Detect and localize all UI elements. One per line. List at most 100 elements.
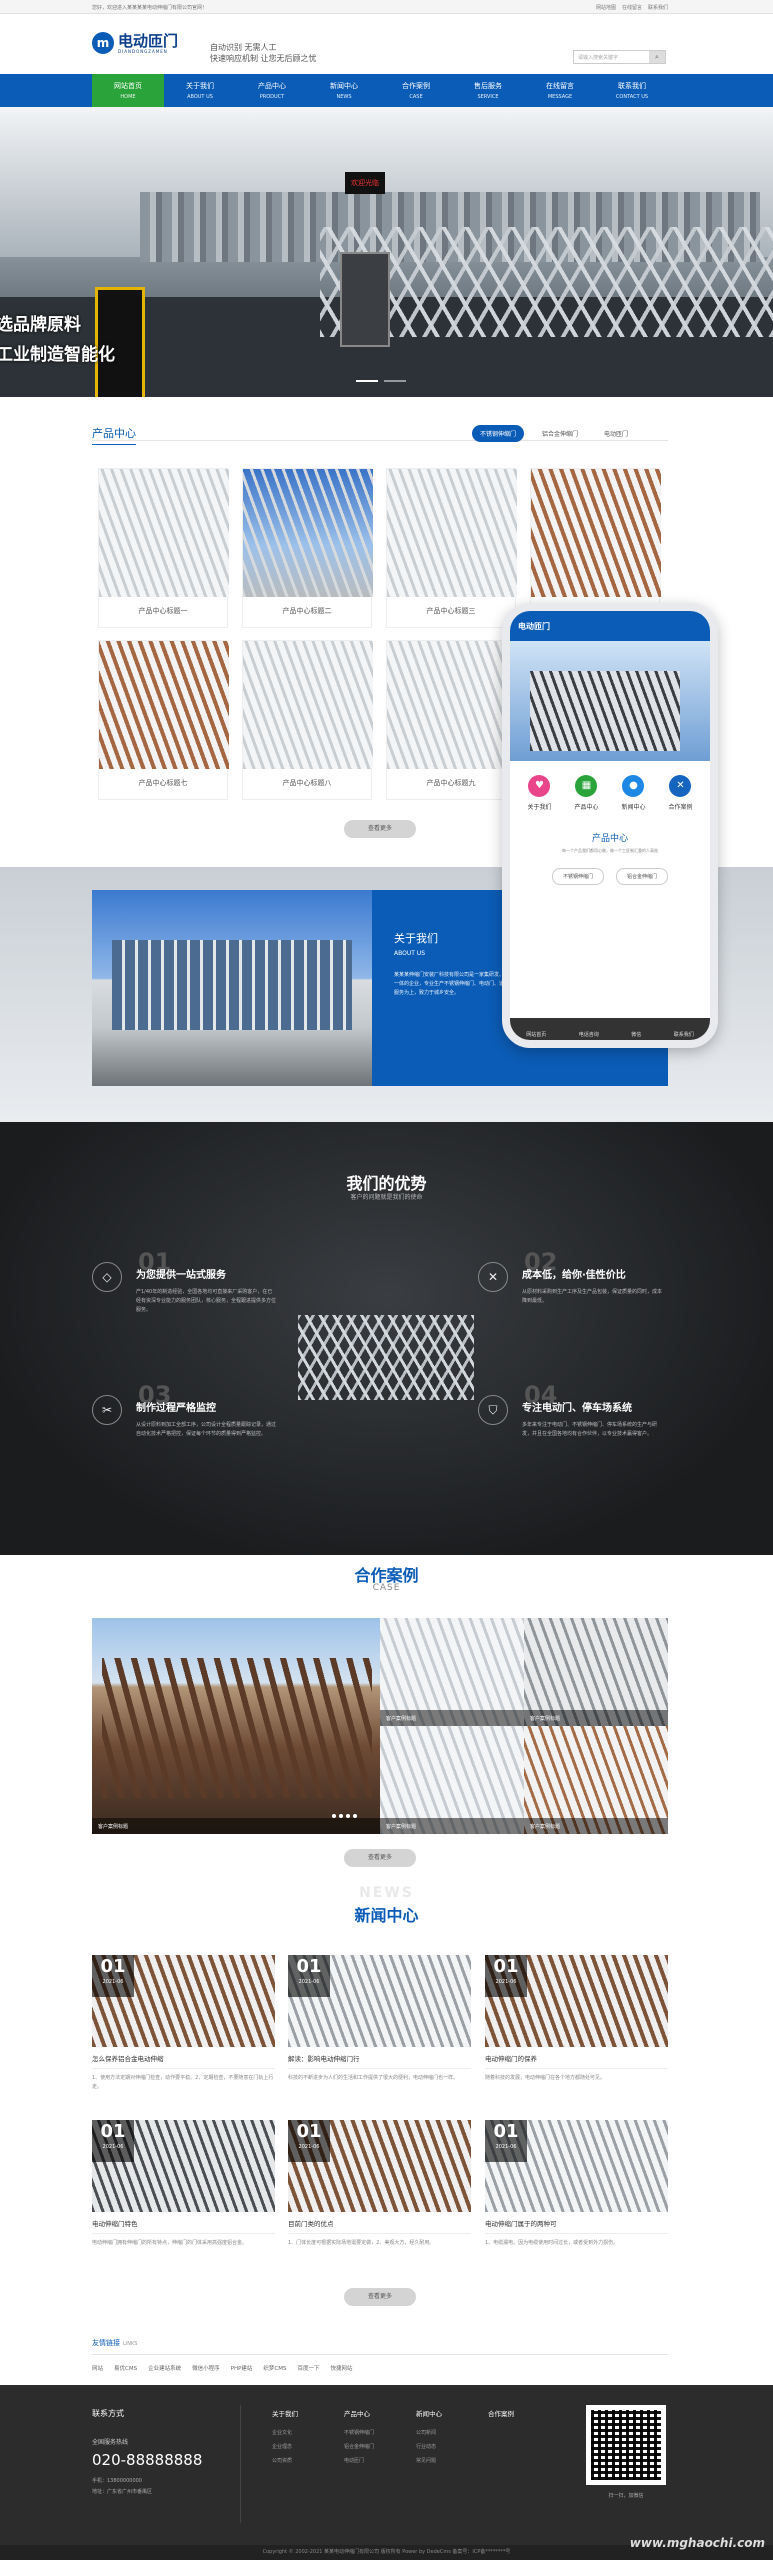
hero-banner[interactable]: 欢迎光临 选品牌原料 工业制造智能化	[0, 107, 773, 397]
search-input[interactable]: 请输入搜索关键字 ⌕	[573, 50, 666, 64]
product-card[interactable]: 产品中心标题七	[98, 640, 229, 800]
friend-link[interactable]: 网站	[92, 2364, 103, 2372]
mobile-footer-home[interactable]: 网站首页	[526, 1031, 546, 1040]
news-card-desc: 1、电缆漏电。因为电缆使用时间过长，或者受到外力损伤。	[485, 2240, 619, 2246]
case-card-large[interactable]: 客户案例标题	[92, 1618, 380, 1834]
news-month: 2021-06	[495, 1979, 517, 1985]
friend-link[interactable]: 微信小程序	[192, 2364, 220, 2372]
case-card[interactable]: 客户案例标题	[380, 1618, 524, 1726]
nav-item-case[interactable]: 合作案例 CASE	[380, 74, 452, 107]
contact-link[interactable]: 联系我们	[648, 4, 668, 11]
footer-link[interactable]: 企业理念	[272, 2440, 298, 2454]
footer-link[interactable]: 铝合金伸缩门	[344, 2440, 374, 2454]
footer-col-title[interactable]: 新闻中心	[416, 2408, 442, 2418]
advantage-item-title: 制作过程严格监控	[136, 1403, 216, 1414]
footer-link[interactable]: 常见问题	[416, 2454, 442, 2468]
product-more-button[interactable]: 查看更多	[344, 820, 416, 838]
banner-slogan-2: 工业制造智能化	[0, 345, 115, 365]
logo[interactable]: m 电动匝门 DIANDONGZAMEN	[92, 32, 178, 54]
footer-link[interactable]: 公司资质	[272, 2454, 298, 2468]
footer-tel[interactable]: 020-88888888	[92, 2451, 202, 2469]
search-icon[interactable]: ⌕	[649, 51, 665, 63]
footer-link[interactable]: 不锈钢伸缩门	[344, 2426, 374, 2440]
news-card[interactable]: 01 2021-06 怎么保养铝合金电动伸缩 1、使用方法定期对伸缩门检查，动作要…	[92, 1955, 275, 2092]
tab-aluminium[interactable]: 铝合金伸缩门	[534, 425, 586, 442]
product-card[interactable]: 产品中心标题一	[98, 468, 229, 628]
news-card-title[interactable]: 电动伸缩门的保养	[485, 2053, 668, 2069]
friend-link[interactable]: 易优CMS	[114, 2364, 137, 2372]
mobile-nav-case[interactable]: ✕ 合作案例	[668, 775, 693, 811]
product-card[interactable]: 产品中心标题二	[242, 468, 373, 628]
banner-pagination	[356, 380, 406, 382]
case-dot[interactable]	[346, 1814, 350, 1818]
product-title: 产品中心标题七	[138, 779, 188, 787]
footer-col-title[interactable]: 产品中心	[344, 2408, 374, 2418]
friend-link[interactable]: 企业建站系统	[148, 2364, 181, 2372]
news-card[interactable]: 01 2021-06 电动伸缩门的保养 随着科技的发展，电动伸缩门在各个地方都随处…	[485, 1955, 668, 2083]
mobile-footer-call[interactable]: 电话咨询	[579, 1031, 599, 1040]
message-link[interactable]: 在线留言	[622, 4, 642, 11]
nav-item-about[interactable]: 关于我们 ABOUT US	[164, 74, 236, 107]
nav-item-home[interactable]: 网站首页 HOME	[92, 74, 164, 107]
mobile-nav-about[interactable]: ♥ 关于我们	[527, 775, 552, 811]
footer-link[interactable]: 公司新闻	[416, 2426, 442, 2440]
news-card[interactable]: 01 2021-06 解读：影响电动伸缩门行 科技的不断进步为人们的生活和工作提供…	[288, 1955, 471, 2083]
case-dot[interactable]	[339, 1814, 343, 1818]
footer-col-title[interactable]: 合作案例	[488, 2408, 514, 2418]
news-card-title[interactable]: 目前门类的优点	[288, 2218, 471, 2234]
tab-turnstile[interactable]: 电动匝门	[596, 425, 636, 442]
product-title: 产品中心标题三	[426, 607, 476, 615]
advantage-section: 我们的优势 客户的问题就是我们的使命 ◇ 01 为您提供一站式服务 产1/40年…	[0, 1122, 773, 1555]
friend-link[interactable]: 百度一下	[297, 2364, 319, 2372]
case-subtitle: CASE	[372, 1583, 401, 1593]
mobile-nav-product[interactable]: ▦ 产品中心	[574, 775, 599, 811]
tools-icon: ✕	[669, 775, 692, 797]
banner-dot[interactable]	[356, 380, 378, 382]
product-card[interactable]: 产品中心标题九	[386, 640, 517, 800]
sitemap-link[interactable]: 网站地图	[596, 4, 616, 11]
footer-link[interactable]: 电动匝门	[344, 2454, 374, 2468]
mobile-tab-aluminium[interactable]: 铝合金伸缩门	[616, 868, 669, 885]
search-placeholder: 请输入搜索关键字	[578, 55, 619, 61]
product-title: 产品中心标题一	[138, 607, 188, 615]
nav-item-service[interactable]: 售后服务 SERVICE	[452, 74, 524, 107]
case-card[interactable]: 客户案例标题	[524, 1618, 668, 1726]
news-card[interactable]: 01 2021-06 电动伸缩门属于的两种可 1、电缆漏电。因为电缆使用时间过长，…	[485, 2120, 668, 2248]
header: m 电动匝门 DIANDONGZAMEN 自动识别 无需人工 快速响应机制 让您…	[0, 14, 773, 74]
case-dot[interactable]	[353, 1814, 357, 1818]
product-card[interactable]: 产品中心标题三	[386, 468, 517, 628]
news-title: 新闻中心	[354, 1906, 419, 1925]
tab-stainless[interactable]: 不锈钢伸缩门	[472, 425, 525, 442]
nav-item-product[interactable]: 产品中心 PRODUCT	[236, 74, 308, 107]
mobile-nav-news[interactable]: ● 新闻中心	[621, 775, 646, 811]
news-card-title[interactable]: 怎么保养铝合金电动伸缩	[92, 2053, 275, 2069]
case-more-button[interactable]: 查看更多	[344, 1849, 416, 1867]
nav-item-news[interactable]: 新闻中心 NEWS	[308, 74, 380, 107]
friend-link[interactable]: 织梦CMS	[263, 2364, 286, 2372]
case-card[interactable]: 客户案例标题	[380, 1726, 524, 1834]
top-bar: 您好，欢迎进入某某某某电动伸缩门有限公司官网！ 网站地图 在线留言 联系我们	[0, 0, 773, 14]
friend-link[interactable]: 快捷网站	[331, 2364, 353, 2372]
main-nav: 网站首页 HOME 关于我们 ABOUT US 产品中心 PRODUCT 新闻中心 NE…	[0, 74, 773, 107]
news-card-title[interactable]: 电动伸缩门属于的两种可	[485, 2218, 668, 2234]
product-card[interactable]: 产品中心标题八	[242, 640, 373, 800]
footer-link[interactable]: 行业动态	[416, 2440, 442, 2454]
mobile-tab-stainless[interactable]: 不锈钢伸缩门	[551, 868, 604, 885]
case-card[interactable]: 客户案例标题	[524, 1726, 668, 1834]
news-card[interactable]: 01 2021-06 目前门类的优点 1、门体长度可根据实际场地需要定做，2、美观…	[288, 2120, 471, 2248]
news-card[interactable]: 01 2021-06 电动伸缩门特色 电动伸缩门拥有伸缩门的所有特点，伸缩门的门体…	[92, 2120, 275, 2248]
case-dot[interactable]	[332, 1814, 336, 1818]
footer-link[interactable]: 企业文化	[272, 2426, 298, 2440]
news-card-title[interactable]: 解读：影响电动伸缩门行	[288, 2053, 471, 2069]
mobile-footer-contact[interactable]: 联系我们	[674, 1031, 694, 1040]
banner-dot[interactable]	[384, 380, 406, 382]
news-more-button[interactable]: 查看更多	[344, 2288, 416, 2306]
mobile-nav-label: 产品中心	[574, 804, 599, 811]
friend-link[interactable]: PHP建站	[231, 2364, 253, 2372]
news-card-title[interactable]: 电动伸缩门特色	[92, 2218, 275, 2234]
nav-item-message[interactable]: 在线留言 MESSAGE	[524, 74, 596, 107]
news-month: 2021-06	[102, 1979, 124, 1985]
footer-col-title[interactable]: 关于我们	[272, 2408, 298, 2418]
mobile-footer-wechat[interactable]: 微信	[631, 1031, 641, 1040]
nav-item-contact[interactable]: 联系我们 CONTACT US	[596, 74, 668, 107]
